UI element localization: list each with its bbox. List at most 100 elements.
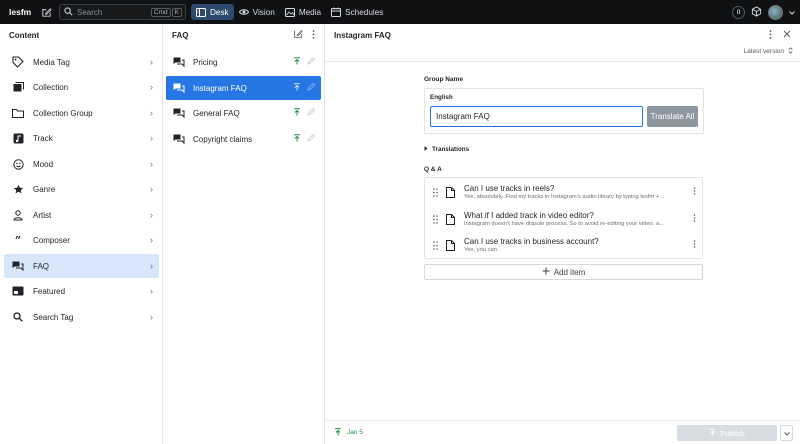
content-item-composer[interactable]: ” Composer › (4, 228, 159, 252)
drag-handle-icon[interactable] (428, 187, 442, 197)
content-item-media-tag[interactable]: Media Tag › (4, 50, 159, 74)
brand-logo[interactable]: lesfm (9, 7, 35, 17)
content-pane: Content Media Tag › Collection › Collect… (0, 24, 163, 444)
edit-icon (307, 133, 316, 144)
user-avatar[interactable] (768, 4, 783, 20)
faq-item-pricing[interactable]: Pricing (166, 50, 321, 74)
chevron-down-icon[interactable] (789, 8, 795, 17)
faq-pane: FAQ Pricing Instagram FAQ General FAQ Co… (163, 24, 325, 444)
edit-icon (307, 56, 316, 67)
group-name-fieldset: English Translate All (424, 88, 704, 134)
qa-item-subtitle: Yes, you can (464, 247, 497, 253)
more-vertical-icon[interactable] (693, 240, 696, 250)
publish-menu-button[interactable] (780, 425, 793, 441)
edit-icon (307, 82, 316, 93)
music-icon (11, 131, 25, 145)
edit-icon (307, 107, 316, 118)
group-name-label: Group Name (424, 76, 464, 83)
content-item-faq[interactable]: FAQ › (4, 254, 159, 278)
collection-icon (11, 80, 25, 94)
top-bar: lesfm Cmd K Desk Vision Media Schedules (0, 0, 800, 24)
chevron-right-icon: › (150, 159, 153, 169)
faq-pane-title: FAQ (172, 30, 189, 40)
faq-item-label: Copyright claims (193, 134, 253, 144)
search-box[interactable]: Cmd K (59, 4, 186, 20)
divider (325, 61, 800, 62)
drag-handle-icon[interactable] (428, 240, 442, 250)
document-footer: Jan 5 Publish (325, 420, 800, 444)
content-item-artist[interactable]: Artist › (4, 203, 159, 227)
compose-icon[interactable] (293, 29, 303, 41)
close-icon[interactable] (783, 30, 791, 40)
version-selector[interactable]: Latest version (744, 47, 793, 56)
content-item-label: Search Tag (33, 312, 74, 322)
group-name-form: Group Name English Translate All Transla… (424, 76, 704, 153)
more-vertical-icon[interactable] (693, 187, 696, 197)
publish-date: Jan 5 (347, 429, 363, 436)
faq-item-label: Pricing (193, 57, 218, 67)
nav-desk-label: Desk (210, 7, 229, 17)
chat-icon (173, 108, 187, 119)
search-input[interactable] (77, 7, 151, 17)
qa-item[interactable]: What if I added track in video editor? I… (425, 206, 702, 232)
content-item-featured[interactable]: Featured › (4, 279, 159, 303)
eye-icon (238, 9, 249, 15)
chat-icon (173, 134, 187, 145)
caret-right-icon (424, 146, 428, 153)
faq-item-label: General FAQ (193, 108, 240, 118)
content-item-collection-group[interactable]: Collection Group › (4, 101, 159, 125)
content-item-label: Track (33, 133, 53, 143)
faq-item-instagram[interactable]: Instagram FAQ (166, 76, 321, 100)
qa-item[interactable]: Can I use tracks in business account? Ye… (425, 232, 702, 258)
nav-desk[interactable]: Desk (191, 4, 234, 20)
content-item-collection[interactable]: Collection › (4, 75, 159, 99)
published-icon (293, 83, 301, 93)
published-icon (293, 108, 301, 118)
shortcut-key-cmd: Cmd (150, 7, 171, 17)
main-nav: Desk Vision Media Schedules (191, 4, 388, 20)
publish-label: Publish (720, 428, 745, 438)
compose-icon[interactable] (40, 6, 52, 18)
translations-toggle[interactable]: Translations (424, 146, 704, 153)
content-item-label: Featured (33, 286, 66, 296)
nav-media[interactable]: Media (280, 4, 326, 20)
chevron-right-icon: › (150, 210, 153, 220)
more-vertical-icon[interactable] (769, 29, 772, 41)
chevron-right-icon: › (150, 57, 153, 67)
published-icon (334, 427, 342, 438)
drag-handle-icon[interactable] (428, 214, 442, 224)
publish-button[interactable]: Publish (677, 425, 777, 441)
chevron-right-icon: › (150, 235, 153, 245)
notification-badge[interactable]: 0 (732, 5, 745, 19)
more-vertical-icon[interactable] (693, 214, 696, 224)
faq-item-copyright[interactable]: Copyright claims (166, 127, 321, 151)
content-item-track[interactable]: Track › (4, 126, 159, 150)
nav-vision[interactable]: Vision (234, 4, 280, 20)
version-label: Latest version (743, 48, 784, 55)
group-name-input[interactable] (430, 106, 644, 127)
nav-schedules[interactable]: Schedules (326, 4, 388, 20)
quote-icon: ” (14, 233, 22, 247)
qa-label: Q & A (424, 166, 442, 173)
package-icon[interactable] (751, 5, 762, 19)
folder-icon (11, 106, 25, 120)
document-title: Instagram FAQ (334, 30, 391, 40)
translate-all-button[interactable]: Translate All (647, 106, 698, 127)
featured-icon (11, 284, 25, 298)
more-vertical-icon[interactable] (312, 29, 315, 41)
content-item-mood[interactable]: Mood › (4, 152, 159, 176)
content-item-ganre[interactable]: Ganre › (4, 177, 159, 201)
content-item-search-tag[interactable]: Search Tag › (4, 305, 159, 329)
qa-item-title: Can I use tracks in reels? (464, 184, 555, 193)
content-item-label: Collection Group (33, 108, 93, 118)
content-item-label: Composer (33, 235, 70, 245)
add-item-button[interactable]: Add item (424, 264, 703, 280)
document-header: Instagram FAQ (325, 24, 800, 46)
publish-status[interactable]: Jan 5 (334, 427, 363, 438)
chat-icon (173, 83, 187, 94)
faq-pane-header: FAQ (163, 24, 324, 46)
search-icon (11, 310, 25, 324)
faq-item-label: Instagram FAQ (193, 83, 247, 93)
qa-item[interactable]: Can I use tracks in reels? Yes, absolute… (425, 179, 702, 205)
faq-item-general[interactable]: General FAQ (166, 101, 321, 125)
